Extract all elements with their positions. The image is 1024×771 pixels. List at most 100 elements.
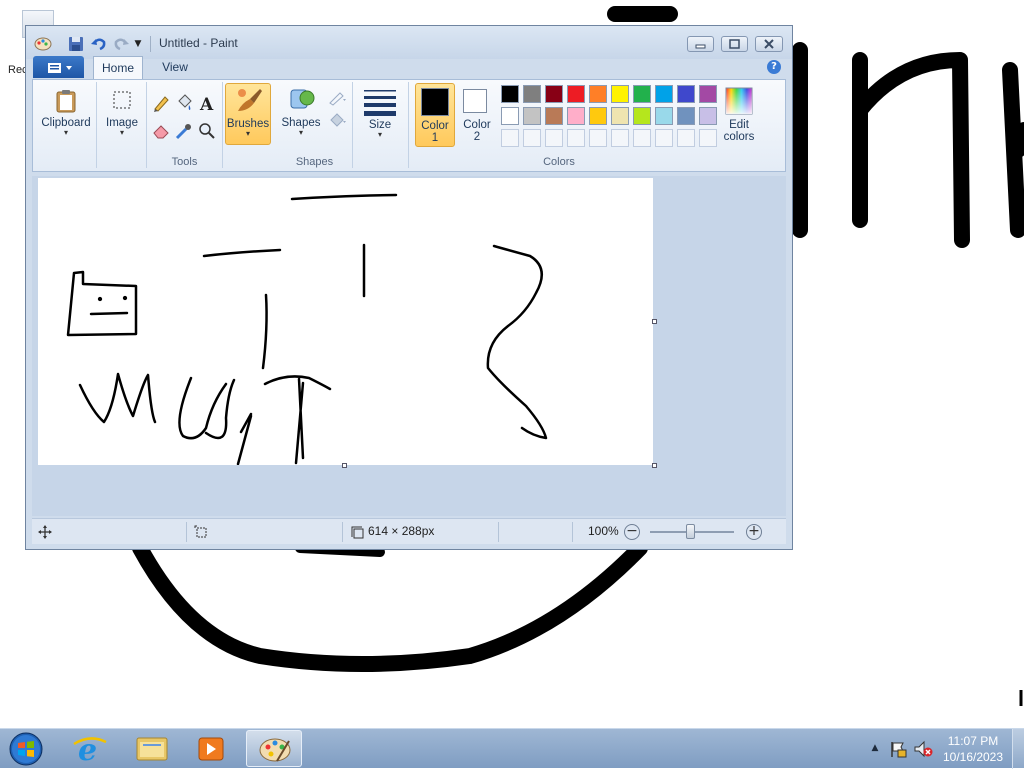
drawing-canvas[interactable] xyxy=(38,178,657,468)
paint-app-icon[interactable] xyxy=(34,36,52,52)
taskbar-internet-explorer[interactable]: e xyxy=(62,730,118,768)
eraser-icon[interactable] xyxy=(151,121,171,141)
palette-swatch-empty[interactable] xyxy=(567,129,585,147)
color1-button[interactable]: Color 1 xyxy=(415,83,455,147)
tools-group: A Tools xyxy=(147,82,223,168)
clipboard-button[interactable]: Clipboard ▾ xyxy=(39,86,93,148)
fill-icon[interactable] xyxy=(174,93,194,113)
clipboard-arrow: ▾ xyxy=(63,128,68,137)
volume-muted-icon[interactable] xyxy=(913,740,933,758)
palette-swatch[interactable] xyxy=(677,107,695,125)
image-size-text: 614 × 288px xyxy=(368,524,435,538)
palette-swatch[interactable] xyxy=(567,85,585,103)
resize-handle-right[interactable] xyxy=(652,319,657,324)
palette-swatch[interactable] xyxy=(677,85,695,103)
wallpaper-stroke-k xyxy=(1002,62,1024,238)
palette-swatch[interactable] xyxy=(501,85,519,103)
clock-time: 11:07 PM xyxy=(947,734,999,748)
palette-swatch[interactable] xyxy=(655,85,673,103)
clipboard-icon xyxy=(56,90,76,113)
start-button[interactable] xyxy=(4,731,48,767)
size-button[interactable]: Size ▾ xyxy=(357,86,403,148)
customize-quick-access-button[interactable]: ▼ xyxy=(132,37,144,51)
stroke-upper-line xyxy=(202,248,282,258)
palette-swatch-empty[interactable] xyxy=(677,129,695,147)
stroke-box xyxy=(66,270,138,337)
palette-swatch[interactable] xyxy=(523,85,541,103)
zoom-in-button[interactable]: + xyxy=(746,524,762,540)
internet-explorer-icon: e xyxy=(73,733,107,768)
redo-icon[interactable] xyxy=(112,35,130,53)
title-bar[interactable]: ▼ Untitled - Paint xyxy=(26,26,792,59)
shapes-button[interactable]: Shapes ▾ xyxy=(279,86,323,148)
resize-handle-corner[interactable] xyxy=(652,463,657,468)
stroke-letter-w xyxy=(78,372,157,424)
minimize-button[interactable] xyxy=(687,36,714,52)
color-picker-icon[interactable] xyxy=(174,121,194,141)
taskbar-media-player[interactable] xyxy=(184,730,240,767)
tab-home[interactable]: Home xyxy=(93,56,143,80)
text-icon[interactable]: A xyxy=(197,93,217,113)
clipboard-group: Clipboard ▾ xyxy=(37,82,97,168)
pencil-icon[interactable] xyxy=(151,93,171,113)
zoom-slider-thumb[interactable] xyxy=(686,524,695,539)
zoom-out-button[interactable]: − xyxy=(624,524,640,540)
palette-swatch-empty[interactable] xyxy=(611,129,629,147)
brushes-arrow: ▾ xyxy=(245,129,250,138)
taskbar-paint[interactable] xyxy=(246,730,302,767)
palette-swatch-empty[interactable] xyxy=(589,129,607,147)
palette-swatch-empty[interactable] xyxy=(523,129,541,147)
resize-handle-bottom[interactable] xyxy=(342,463,347,468)
paint-icon xyxy=(259,738,291,762)
palette-swatch-empty[interactable] xyxy=(501,129,519,147)
shapes-icon xyxy=(290,89,315,109)
edit-colors-group: Edit colors xyxy=(709,82,769,168)
window-title: Untitled - Paint xyxy=(159,36,238,50)
size-group: Size ▾ xyxy=(353,82,409,168)
paint-window: ▼ Untitled - Paint Home View ? Clipboard xyxy=(25,25,793,550)
palette-swatch-empty[interactable] xyxy=(655,129,673,147)
palette-swatch[interactable] xyxy=(523,107,541,125)
colors-group: Color 1 Color 2 Colors xyxy=(409,82,717,168)
color2-button[interactable]: Color 2 xyxy=(457,83,497,147)
show-desktop-button[interactable] xyxy=(1012,729,1024,769)
palette-swatch[interactable] xyxy=(567,107,585,125)
color1-number: 1 xyxy=(431,132,439,144)
status-separator xyxy=(572,522,573,542)
system-clock[interactable]: 11:07 PM 10/16/2023 xyxy=(938,733,1008,765)
paint-menu-button[interactable] xyxy=(33,56,84,78)
palette-swatch-empty[interactable] xyxy=(633,129,651,147)
image-button[interactable]: Image ▾ xyxy=(99,86,145,148)
action-center-flag-icon[interactable] xyxy=(889,740,907,758)
palette-swatch[interactable] xyxy=(589,107,607,125)
palette-swatch[interactable] xyxy=(655,107,673,125)
size-lines-icon xyxy=(364,90,396,116)
minimize-icon xyxy=(695,44,706,49)
palette-swatch[interactable] xyxy=(501,107,519,125)
palette-swatch[interactable] xyxy=(633,85,651,103)
palette-swatch[interactable] xyxy=(611,85,629,103)
fill-shape-icon[interactable] xyxy=(327,110,347,130)
magnifier-icon[interactable] xyxy=(197,121,217,141)
help-icon[interactable]: ? xyxy=(767,60,781,74)
ribbon: Clipboard ▾ Image ▾ A Tools Brushes ▾ Sh… xyxy=(32,79,786,172)
palette-swatch[interactable] xyxy=(545,85,563,103)
color2-number: 2 xyxy=(473,131,481,143)
palette-swatch[interactable] xyxy=(589,85,607,103)
close-icon xyxy=(764,39,774,49)
palette-swatch[interactable] xyxy=(611,107,629,125)
close-button[interactable] xyxy=(755,36,783,52)
brushes-button[interactable]: Brushes ▾ xyxy=(225,83,271,145)
show-hidden-icons-button[interactable]: ▲ xyxy=(870,743,880,753)
maximize-button[interactable] xyxy=(721,36,748,52)
selection-size-icon xyxy=(194,525,207,538)
edit-colors-button[interactable]: Edit colors xyxy=(711,86,767,148)
save-icon[interactable] xyxy=(68,36,84,52)
palette-swatch[interactable] xyxy=(545,107,563,125)
palette-swatch[interactable] xyxy=(633,107,651,125)
taskbar-windows-explorer[interactable] xyxy=(124,730,180,767)
palette-swatch-empty[interactable] xyxy=(545,129,563,147)
outline-icon[interactable] xyxy=(327,88,347,108)
tab-view[interactable]: View xyxy=(150,56,200,78)
undo-icon[interactable] xyxy=(90,35,108,53)
